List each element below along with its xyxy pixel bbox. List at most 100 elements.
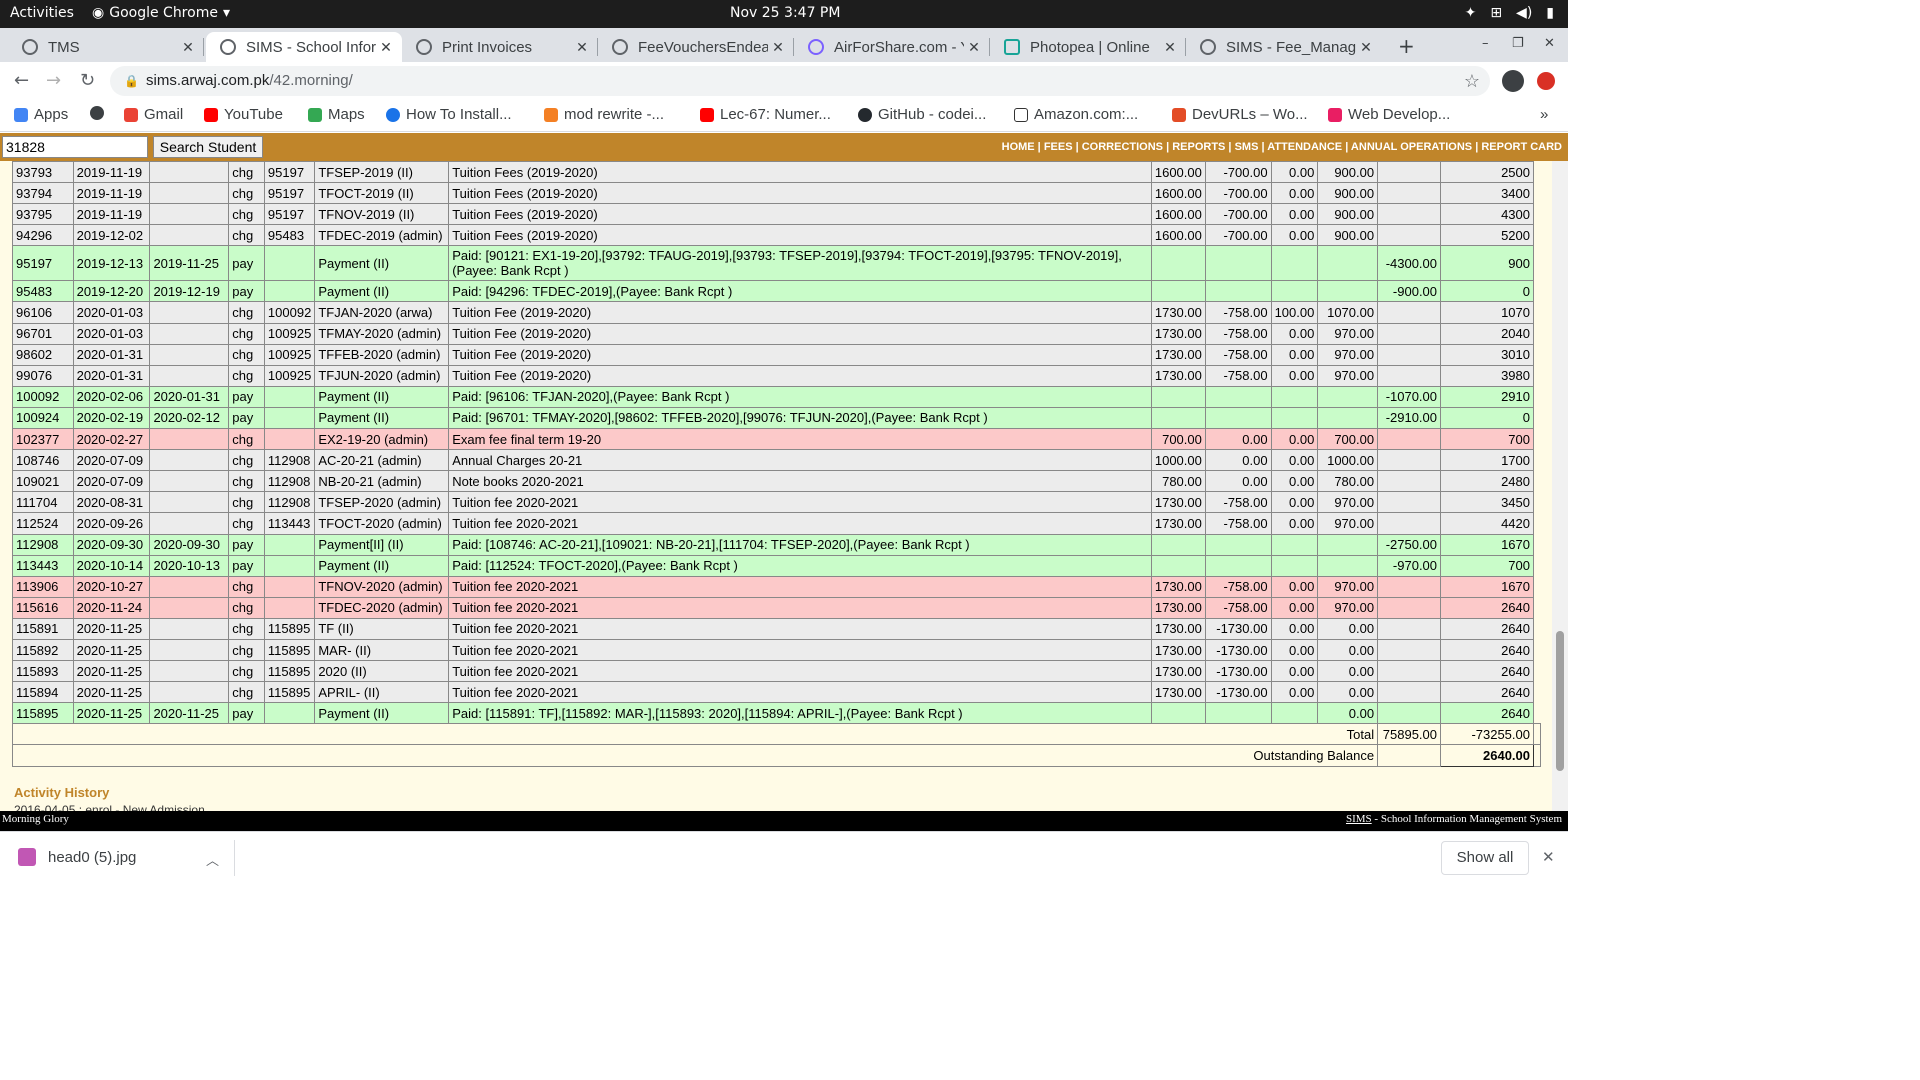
- ledger-paid-date: [149, 364, 230, 387]
- network-icon[interactable]: ⊞: [1490, 5, 1502, 21]
- app-menu[interactable]: ◉ Google Chrome ▾: [92, 5, 230, 21]
- tab-feevouchers[interactable]: FeeVouchersEndea ✕: [598, 32, 794, 62]
- table-row: 113906 2020-10-27 chg TFNOV-2020 (admin) Tui…: [12, 575, 1541, 598]
- ledger-balance: 2500: [1440, 161, 1534, 184]
- tab-tms[interactable]: TMS ✕: [8, 32, 204, 62]
- ledger-date: 2019-12-13: [72, 245, 151, 282]
- bookmark-globe[interactable]: [90, 106, 104, 120]
- bookmark-star-icon[interactable]: ☆: [1464, 66, 1480, 96]
- bookmark-label: YouTube: [224, 106, 283, 123]
- ledger-date: 2020-11-25: [72, 638, 151, 662]
- new-tab-button[interactable]: +: [1398, 34, 1415, 58]
- sims-main-nav[interactable]: HOME | FEES | CORRECTIONS | REPORTS | SM…: [1002, 141, 1562, 153]
- ledger-type: pay: [228, 554, 265, 577]
- ledger-payment: [1377, 681, 1442, 704]
- ledger-payment: [1377, 470, 1442, 493]
- close-icon[interactable]: ✕: [178, 39, 198, 56]
- download-item[interactable]: head0 (5).jpg: [18, 848, 136, 866]
- ledger-code: Payment (II): [314, 702, 450, 725]
- ledger-type: pay: [228, 280, 265, 303]
- ledger-discount: -758.00: [1204, 491, 1272, 514]
- profile-avatar[interactable]: [1502, 70, 1524, 92]
- chevron-up-icon[interactable]: ︿: [206, 850, 219, 869]
- table-row: 108746 2020-07-09 chg 112908 AC-20-21 (admin…: [12, 449, 1541, 472]
- close-icon[interactable]: ✕: [768, 39, 788, 56]
- ledger-ref: 100925: [263, 343, 316, 366]
- url-field[interactable]: 🔒 sims.arwaj.com.pk/42.morning/ ☆: [110, 66, 1490, 96]
- tab-sims-school[interactable]: SIMS - School Inform ✕: [206, 32, 402, 62]
- ledger-date: 2019-11-19: [72, 161, 151, 184]
- ledger-description: Tuition Fees (2019-2020): [448, 161, 1152, 184]
- bookmark-mod-rewrite[interactable]: mod rewrite -...: [544, 106, 664, 123]
- tab-airforshare[interactable]: AirForShare.com - Y ✕: [794, 32, 990, 62]
- close-icon[interactable]: ✕: [1356, 39, 1376, 56]
- ledger-balance: 700: [1440, 554, 1534, 577]
- tab-title: AirForShare.com - Y: [834, 38, 964, 56]
- bookmark-amazon[interactable]: Amazon.com:...: [1014, 106, 1138, 123]
- bookmark-apps[interactable]: Apps: [14, 106, 68, 123]
- bookmark-devurls[interactable]: DevURLs – Wo...: [1172, 106, 1308, 123]
- ledger-net: 900.00: [1317, 161, 1379, 184]
- tab-sims-fee[interactable]: SIMS - Fee_Manage ✕: [1186, 32, 1382, 62]
- bookmarks-overflow-icon[interactable]: »: [1540, 106, 1548, 123]
- accessibility-icon[interactable]: ✦: [1465, 5, 1477, 21]
- bookmark-lec67[interactable]: Lec-67: Numer...: [700, 106, 831, 123]
- bookmark-web-develop[interactable]: Web Develop...: [1328, 106, 1450, 123]
- window-close-icon[interactable]: ✕: [1544, 36, 1555, 51]
- ledger-type: chg: [228, 681, 265, 704]
- restore-icon[interactable]: ❐: [1512, 36, 1524, 51]
- student-id-input[interactable]: 31828: [2, 136, 148, 158]
- ledger-date: 2019-11-19: [72, 203, 151, 226]
- search-student-button[interactable]: Search Student: [153, 136, 263, 158]
- reload-icon[interactable]: ↻: [80, 70, 95, 91]
- clock[interactable]: Nov 25 3:47 PM: [730, 5, 840, 21]
- close-icon[interactable]: ✕: [572, 39, 592, 56]
- ledger-fine: 0.00: [1270, 364, 1319, 387]
- ledger-balance: 2640: [1440, 638, 1534, 662]
- volume-icon[interactable]: ◀): [1516, 5, 1532, 21]
- ledger-fine: 0.00: [1270, 161, 1319, 184]
- bookmark-gmail[interactable]: Gmail: [124, 106, 183, 123]
- ledger-paid-date: 2020-09-30: [149, 533, 230, 556]
- bookmark-youtube[interactable]: YouTube: [204, 106, 283, 123]
- close-icon[interactable]: ✕: [376, 39, 396, 56]
- ledger-code: TFNOV-2019 (II): [314, 203, 450, 226]
- ledger-net: 0.00: [1317, 660, 1379, 683]
- activities-button[interactable]: Activities: [10, 5, 74, 21]
- bookmark-github[interactable]: GitHub - codei...: [858, 106, 986, 123]
- sims-link[interactable]: SIMS: [1346, 813, 1372, 825]
- show-all-button[interactable]: Show all: [1441, 841, 1529, 875]
- ledger-payment: [1377, 224, 1442, 247]
- address-bar-row: ← → ↻ 🔒 sims.arwaj.com.pk/42.morning/ ☆: [0, 62, 1568, 100]
- tab-print-invoices[interactable]: Print Invoices ✕: [402, 32, 598, 62]
- ledger-description: Paid: [96106: TFJAN-2020],(Payee: Bank R…: [448, 385, 1152, 408]
- forward-icon[interactable]: →: [46, 70, 61, 91]
- tab-photopea[interactable]: Photopea | Online ✕: [990, 32, 1186, 62]
- close-icon[interactable]: ✕: [1542, 848, 1555, 866]
- system-tray[interactable]: ✦ ⊞ ◀) ▮: [1465, 5, 1554, 21]
- extension-icon[interactable]: [1537, 72, 1555, 90]
- ledger-type: chg: [228, 301, 265, 324]
- close-icon[interactable]: ✕: [1160, 39, 1180, 56]
- bookmark-maps[interactable]: Maps: [308, 106, 365, 123]
- close-icon[interactable]: ✕: [964, 39, 984, 56]
- back-icon[interactable]: ←: [14, 70, 29, 91]
- table-row: 100092 2020-02-06 2020-01-31 pay Payment (II…: [12, 385, 1541, 408]
- ledger-ref: 115895: [263, 617, 316, 640]
- outstanding-balance: 2640.00: [1440, 744, 1534, 767]
- ledger-amount: 700.00: [1150, 428, 1206, 451]
- table-row: 112524 2020-09-26 chg 113443 TFOCT-2020 (adm…: [12, 512, 1541, 535]
- page-scrollbar[interactable]: [1552, 161, 1568, 811]
- ledger-type: chg: [228, 470, 265, 493]
- ledger-net: 970.00: [1317, 322, 1379, 345]
- ledger-type: chg: [228, 638, 265, 662]
- battery-icon[interactable]: ▮: [1546, 5, 1554, 21]
- ledger-fine: [1270, 385, 1319, 408]
- ledger-amount: 1730.00: [1150, 638, 1206, 662]
- ledger-paid-date: [149, 224, 230, 247]
- bookmark-how-to-install[interactable]: How To Install...: [386, 106, 512, 123]
- bookmark-label: Apps: [34, 106, 69, 123]
- minimize-icon[interactable]: –: [1482, 36, 1489, 51]
- ledger-code: 2020 (II): [314, 660, 450, 683]
- scrollbar-thumb[interactable]: [1556, 631, 1564, 771]
